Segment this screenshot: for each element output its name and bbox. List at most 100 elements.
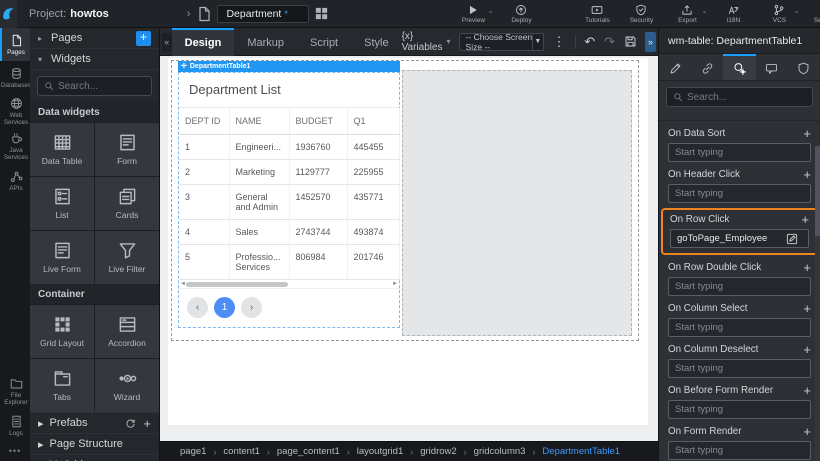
add-event-button[interactable]: + bbox=[803, 262, 811, 273]
topbar-action-settings[interactable]: Settings⌄ bbox=[803, 0, 820, 28]
add-event-button[interactable]: + bbox=[803, 303, 811, 314]
save-button[interactable] bbox=[624, 35, 637, 48]
redo-button[interactable]: ↷ bbox=[604, 34, 615, 50]
table-row[interactable]: 2Marketing1129777225955 bbox=[179, 160, 399, 185]
event-input[interactable]: Start typing bbox=[668, 277, 811, 296]
edit-event-button[interactable] bbox=[782, 230, 802, 247]
breadcrumb-item-layoutgrid1[interactable]: layoutgrid1 bbox=[357, 446, 403, 457]
panel-tab-link[interactable] bbox=[691, 54, 723, 80]
add-event-button[interactable]: + bbox=[801, 214, 809, 225]
table-column-header[interactable]: DEPT ID bbox=[179, 108, 229, 135]
breadcrumb-item-departmenttable1[interactable]: DepartmentTable1 bbox=[542, 446, 620, 457]
selected-widget-label[interactable]: ✛DepartmentTable1 bbox=[178, 61, 400, 72]
pagination-prev-button[interactable]: ‹ bbox=[187, 297, 208, 318]
event-input[interactable]: Start typing bbox=[668, 400, 811, 419]
add-event-button[interactable]: + bbox=[803, 169, 811, 180]
topbar-action-preview[interactable]: Preview⌄ bbox=[451, 0, 495, 28]
topbar-action-deploy[interactable]: Deploy bbox=[499, 0, 543, 28]
widget-tile-accordion[interactable]: Accordion bbox=[95, 305, 159, 358]
breadcrumb-item-page1[interactable]: page1 bbox=[180, 446, 206, 457]
design-canvas[interactable]: ✛DepartmentTable1 Department List DEPT I… bbox=[160, 56, 658, 441]
widget-tile-tabs[interactable]: Tabs bbox=[30, 359, 94, 412]
wavemaker-logo-icon[interactable] bbox=[0, 0, 17, 28]
topbar-action-i18n[interactable]: i18N bbox=[711, 0, 755, 28]
breadcrumb-item-content1[interactable]: content1 bbox=[223, 446, 259, 457]
table-row[interactable]: 5Professio... Services806984201746 bbox=[179, 245, 399, 280]
accordion-prefabs[interactable]: ▸Prefabs+ bbox=[30, 412, 159, 433]
table-column-header[interactable]: Q1 bbox=[347, 108, 399, 135]
table-row[interactable]: 4Sales2743744493874 bbox=[179, 220, 399, 245]
topbar-action-tutorials[interactable]: Tutorials bbox=[575, 0, 619, 28]
rail-item-pages[interactable]: Pages bbox=[0, 28, 30, 61]
table-horizontal-scrollbar[interactable]: ◄ ► bbox=[179, 280, 399, 289]
widget-tile-cards[interactable]: Cards bbox=[95, 177, 159, 230]
tab-style[interactable]: Style bbox=[351, 28, 401, 56]
topbar-action-export[interactable]: Export⌄ bbox=[665, 0, 709, 28]
tab-markup[interactable]: Markup bbox=[234, 28, 297, 56]
widget-tile-wizard[interactable]: Wizard bbox=[95, 359, 159, 412]
widget-search[interactable] bbox=[37, 76, 152, 96]
event-input[interactable]: Start typing bbox=[668, 184, 811, 203]
rail-item-file-explorer[interactable]: File Explorer bbox=[0, 374, 30, 409]
panel-tab-shieldo[interactable] bbox=[788, 54, 820, 80]
widget-tile-grid-layout[interactable]: Grid Layout bbox=[30, 305, 94, 358]
events-search[interactable] bbox=[666, 87, 813, 107]
widget-tile-form[interactable]: Form bbox=[95, 123, 159, 176]
events-search-input[interactable] bbox=[687, 92, 806, 103]
panel-scrollbar[interactable] bbox=[815, 146, 820, 461]
rail-item-databases[interactable]: Databases bbox=[0, 61, 30, 94]
panel-tab-pencil[interactable] bbox=[659, 54, 691, 80]
breadcrumb-item-page_content1[interactable]: page_content1 bbox=[277, 446, 340, 457]
widget-tile-list[interactable]: List bbox=[30, 177, 94, 230]
table-column-header[interactable]: NAME bbox=[229, 108, 289, 135]
event-input[interactable]: Start typing bbox=[668, 318, 811, 337]
rail-more-button[interactable]: ••• bbox=[0, 442, 30, 461]
variables-dropdown[interactable]: {x} Variables ▾ bbox=[402, 31, 451, 53]
widget-search-input[interactable] bbox=[58, 81, 145, 92]
undo-button[interactable]: ↶ bbox=[584, 34, 595, 50]
page-selector[interactable]: Department* bbox=[196, 5, 329, 23]
accordion-page-structure[interactable]: ▸Page Structure bbox=[30, 433, 159, 454]
table-column-header[interactable]: BUDGET bbox=[289, 108, 347, 135]
screen-size-select[interactable]: -- Choose Screen Size -- ▼ bbox=[459, 33, 544, 51]
scroll-right-arrow-icon[interactable]: ► bbox=[392, 280, 398, 289]
grid-column-placeholder[interactable] bbox=[402, 70, 632, 336]
scrollbar-thumb[interactable] bbox=[186, 282, 288, 287]
panel-tab-chat[interactable] bbox=[756, 54, 788, 80]
more-options-kebab[interactable]: ⋮ bbox=[553, 34, 566, 50]
page-name-field[interactable]: Department* bbox=[217, 5, 309, 23]
rail-item-apis[interactable]: APIs bbox=[0, 164, 30, 197]
rail-item-web-services[interactable]: Web Services bbox=[0, 94, 30, 129]
add-event-button[interactable]: + bbox=[803, 426, 811, 437]
refresh-icon[interactable] bbox=[125, 418, 136, 429]
table-row[interactable]: 1Engineeri...1936760445455 bbox=[179, 135, 399, 160]
event-input[interactable]: Start typing bbox=[668, 359, 811, 378]
event-input[interactable]: Start typing bbox=[668, 441, 811, 460]
panel-scrollbar-thumb[interactable] bbox=[815, 146, 820, 236]
add-prefab-button[interactable]: + bbox=[143, 418, 151, 429]
topbar-action-vcs[interactable]: VCS⌄ bbox=[757, 0, 801, 28]
collapse-left-panel-button[interactable]: « bbox=[162, 33, 172, 51]
rail-item-java-services[interactable]: Java Services bbox=[0, 129, 30, 164]
rail-item-logs[interactable]: Logs bbox=[0, 409, 30, 442]
add-event-button[interactable]: + bbox=[803, 128, 811, 139]
breadcrumb-item-gridcolumn3[interactable]: gridcolumn3 bbox=[474, 446, 526, 457]
breadcrumb-item-gridrow2[interactable]: gridrow2 bbox=[420, 446, 456, 457]
tab-design[interactable]: Design bbox=[172, 28, 235, 56]
add-event-button[interactable]: + bbox=[803, 344, 811, 355]
accordion-variables[interactable]: ▸Variables bbox=[30, 454, 159, 461]
topbar-action-security[interactable]: Security bbox=[619, 0, 663, 28]
event-input[interactable]: Start typing bbox=[668, 143, 811, 162]
pages-grid-icon[interactable] bbox=[314, 6, 329, 21]
pages-section-header[interactable]: ▸ Pages + bbox=[30, 28, 159, 49]
widget-tile-live-filter[interactable]: Live Filter bbox=[95, 231, 159, 284]
page-artboard[interactable]: ✛DepartmentTable1 Department List DEPT I… bbox=[168, 58, 648, 425]
widgets-section-header[interactable]: ▾ Widgets bbox=[30, 49, 159, 70]
table-row[interactable]: 3General and Admin1452570435771 bbox=[179, 185, 399, 220]
expand-right-panel-button[interactable]: » bbox=[645, 32, 656, 52]
add-event-button[interactable]: + bbox=[803, 385, 811, 396]
pagination-page-1[interactable]: 1 bbox=[214, 297, 235, 318]
pagination-next-button[interactable]: › bbox=[241, 297, 262, 318]
widget-tile-live-form[interactable]: Live Form bbox=[30, 231, 94, 284]
event-input[interactable]: goToPage_Employee bbox=[670, 229, 809, 248]
